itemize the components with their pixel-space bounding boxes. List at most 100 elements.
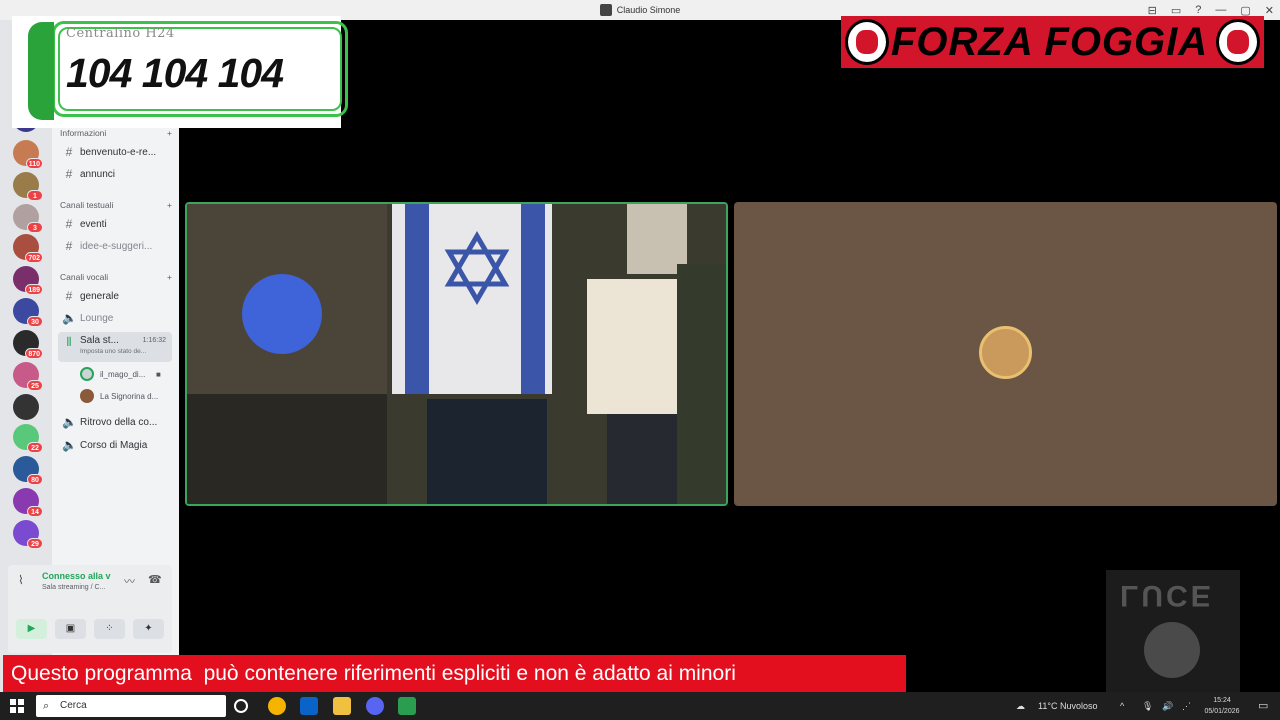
server-badge: 29	[27, 538, 43, 549]
channel-eventi[interactable]: # eventi	[58, 214, 172, 234]
windows-start-icon[interactable]	[10, 699, 24, 713]
hash-icon: #	[65, 289, 73, 303]
chevron-up-icon[interactable]: ^	[1120, 692, 1124, 720]
channel-label: eventi	[80, 218, 107, 230]
server-icon[interactable]	[13, 394, 39, 420]
taskbar-search[interactable]: ⌕ Cerca	[36, 695, 226, 717]
camera-icon: ■	[156, 369, 161, 379]
network-icon[interactable]: ⋰	[1182, 692, 1191, 720]
soundboard-button[interactable]: ✦	[133, 619, 164, 639]
server-badge: 110	[25, 158, 43, 169]
task-view-icon[interactable]	[234, 699, 248, 713]
camera-button[interactable]: ▶	[16, 619, 47, 639]
connection-status[interactable]: Connesso alla v	[42, 571, 111, 581]
server-badge: 25	[27, 380, 43, 391]
voice-channel-magia[interactable]: 🔈 Corso di Magia	[58, 435, 172, 455]
video-tile-camera[interactable]	[185, 202, 728, 506]
outlook-icon[interactable]	[300, 697, 318, 715]
screen-icon[interactable]: ▭	[1171, 4, 1181, 17]
server-icon[interactable]: 870	[13, 330, 43, 359]
app-icon	[599, 4, 612, 16]
add-channel-icon[interactable]: +	[167, 200, 172, 210]
server-icon[interactable]: 14	[13, 488, 43, 517]
category-voice[interactable]: Canali vocali +	[60, 272, 172, 282]
channel-benvenuto[interactable]: # benvenuto-e-re...	[58, 142, 172, 162]
server-icon[interactable]: 110	[13, 140, 43, 169]
disconnect-icon[interactable]: ☎	[148, 573, 162, 586]
avatar	[80, 389, 94, 403]
hash-icon: #	[65, 239, 73, 253]
stream-status[interactable]: Imposta uno stato de...	[80, 348, 146, 355]
microphone-icon[interactable]: 🎙	[1142, 692, 1153, 720]
screenshare-button[interactable]: ▣	[55, 619, 86, 639]
category-label: Informazioni	[60, 128, 107, 138]
server-icon[interactable]: 30	[13, 298, 43, 327]
category-label: Canali vocali	[60, 272, 109, 282]
channel-generale[interactable]: # generale	[58, 286, 172, 306]
server-icon[interactable]: 22	[13, 424, 43, 453]
clock[interactable]: 15:24 05/01/2026	[1196, 695, 1248, 717]
signal-icon[interactable]: ⌇	[18, 573, 24, 587]
connection-channel[interactable]: Sala streaming / C...	[42, 584, 105, 591]
server-icon[interactable]: 29	[13, 520, 43, 549]
category-info[interactable]: Informazioni +	[60, 128, 172, 138]
logo-mark	[1144, 622, 1200, 678]
search-placeholder: Cerca	[60, 700, 87, 711]
server-icon[interactable]: 80	[13, 456, 43, 485]
avatar	[80, 367, 94, 381]
chrome-icon[interactable]	[268, 697, 286, 715]
discord-icon[interactable]	[366, 697, 384, 715]
volume-icon[interactable]: 🔊	[1162, 692, 1173, 720]
voice-user[interactable]: il_mago_di... ■	[80, 365, 161, 383]
close-button[interactable]: ✕	[1265, 4, 1274, 17]
inbox-icon[interactable]: ⊟	[1148, 4, 1157, 17]
channel-idee[interactable]: # idee-e-suggeri...	[58, 236, 172, 256]
help-icon[interactable]: ?	[1195, 4, 1201, 16]
server-badge: 30	[27, 316, 43, 327]
maximize-button[interactable]: ▢	[1240, 4, 1250, 17]
phone-label: Centralino H24	[66, 26, 175, 41]
crest-icon	[1216, 19, 1260, 65]
crest-icon	[845, 19, 889, 65]
channel-annunci[interactable]: # annunci	[58, 164, 172, 184]
server-badge: 14	[27, 506, 43, 517]
weather-text[interactable]: 11°C Nuvoloso	[1038, 692, 1097, 720]
clock-time: 15:24	[1213, 697, 1231, 704]
server-badge: 1	[27, 190, 43, 201]
content-warning-bar: Questo programma può contenere riferimen…	[3, 655, 906, 692]
server-icon[interactable]: 25	[13, 362, 43, 391]
obs-icon[interactable]	[398, 697, 416, 715]
add-channel-icon[interactable]: +	[167, 272, 172, 282]
server-badge: 189	[25, 284, 43, 295]
phone-overlay: Centralino H24 104 104 104	[12, 16, 348, 128]
category-text[interactable]: Canali testuali +	[60, 200, 172, 210]
hash-icon: #	[65, 217, 73, 231]
voice-channel-ritrovo[interactable]: 🔈 Ritrovo della co...	[58, 412, 172, 432]
minimize-button[interactable]: —	[1215, 4, 1226, 16]
add-channel-icon[interactable]: +	[167, 128, 172, 138]
server-badge: 870	[25, 348, 43, 359]
server-badge: 22	[27, 442, 43, 453]
clock-date: 05/01/2026	[1204, 708, 1240, 715]
voice-user[interactable]: La Signorina d...	[80, 387, 158, 405]
server-icon[interactable]: 1	[13, 172, 43, 201]
speaker-icon: 🔈	[62, 311, 77, 325]
forza-foggia-banner: FORZA FOGGIA	[841, 16, 1264, 68]
server-badge: 3	[27, 222, 43, 233]
server-icon[interactable]: 3	[13, 204, 43, 233]
voice-channel-lounge[interactable]: 🔈 Lounge	[58, 308, 172, 328]
screen: Claudio Simone ⊟ ▭ ? — ▢ ✕ 110 1 3 702 1…	[0, 0, 1280, 720]
server-icon[interactable]: 189	[13, 266, 43, 295]
voice-channel-sala-streaming[interactable]: ⦀ Sala st... 1:16:32 Imposta uno stato d…	[58, 332, 172, 362]
notifications-icon[interactable]: ▭	[1258, 692, 1268, 720]
weather-icon[interactable]: ☁	[1016, 692, 1025, 720]
activities-button[interactable]: ⁘	[94, 619, 125, 639]
video-tile-user[interactable]	[734, 202, 1277, 506]
server-icon[interactable]: 702	[13, 234, 43, 263]
hash-icon: #	[65, 167, 73, 181]
banner-text: FORZA FOGGIA	[891, 20, 1209, 64]
noise-suppression-icon[interactable]: 〰	[124, 573, 135, 589]
server-badge: 80	[27, 474, 43, 485]
channel-label: annunci	[80, 168, 116, 180]
file-explorer-icon[interactable]	[333, 697, 351, 715]
